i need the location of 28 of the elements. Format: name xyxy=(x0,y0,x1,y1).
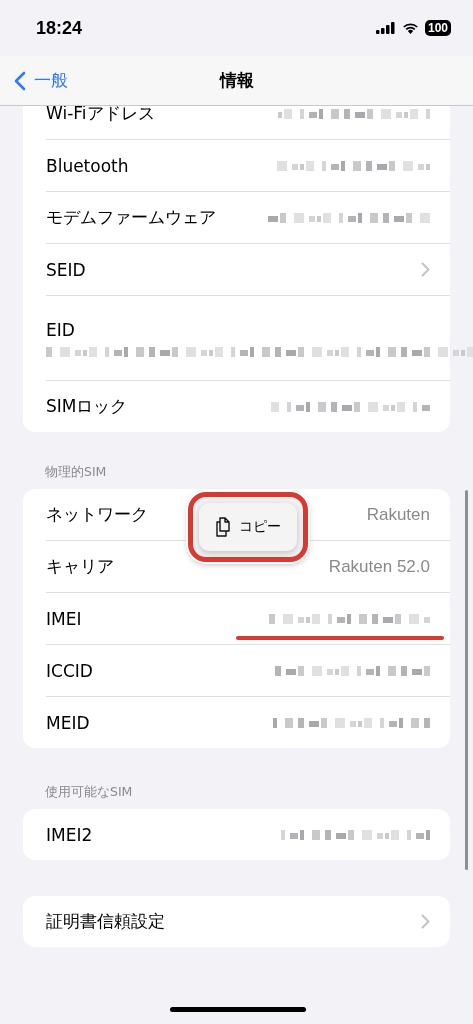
row-label: モデムファームウェア xyxy=(46,206,216,229)
row-label: SEID xyxy=(46,259,86,280)
row-label: 証明書信頼設定 xyxy=(46,910,165,933)
wifi-icon xyxy=(401,22,419,34)
copy-button[interactable]: コピー xyxy=(199,503,297,551)
row-value: Rakuten xyxy=(366,504,430,525)
row-label: ネットワーク xyxy=(46,503,148,526)
back-button[interactable]: 一般 xyxy=(14,69,68,92)
row-label: SIMロック xyxy=(46,395,128,418)
row-label: Bluetooth xyxy=(46,155,129,176)
row-label: EID xyxy=(46,320,75,340)
row-label: キャリア xyxy=(46,555,114,578)
chevron-right-icon xyxy=(421,262,430,277)
row-label: MEID xyxy=(46,712,90,733)
section-header: 物理的SIM xyxy=(44,464,108,481)
chevron-left-icon xyxy=(14,70,26,91)
row-label: ICCID xyxy=(46,660,93,681)
chevron-right-icon xyxy=(421,914,430,929)
row-label: IMEI xyxy=(46,608,82,629)
row-value: Rakuten 52.0 xyxy=(328,556,430,577)
page-title: 情報 xyxy=(219,69,254,92)
copy-icon xyxy=(215,517,231,537)
row-label: Wi-Fiアドレス xyxy=(46,102,155,125)
section-header: 使用可能なSIM xyxy=(44,784,134,801)
row-label: IMEI2 xyxy=(46,824,93,845)
battery-level: 100 xyxy=(424,20,451,36)
status-time: 18:24 xyxy=(36,17,83,39)
signal-icon xyxy=(375,22,396,34)
